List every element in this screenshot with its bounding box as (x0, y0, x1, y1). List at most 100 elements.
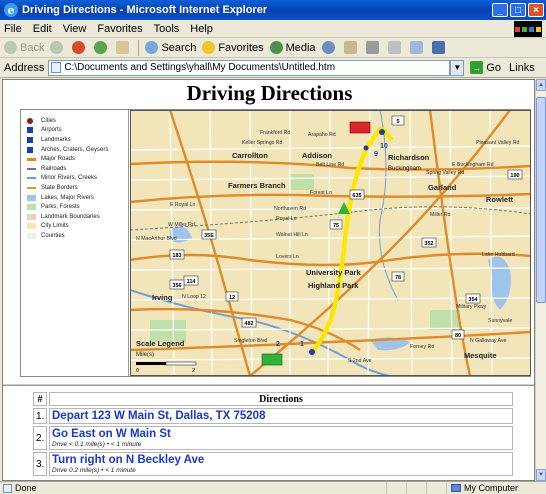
legend-swatch (27, 223, 36, 230)
road-label: Pleasant Valley Rd (476, 140, 520, 146)
road-label: Belt Line Rd (316, 162, 344, 168)
menu-tools[interactable]: Tools (154, 23, 180, 35)
favorites-button[interactable]: Favorites (202, 41, 264, 54)
step-details: Drive 0.2 mile(s) • < 1 minute (52, 467, 136, 474)
scale-units: Mile(s) (136, 352, 154, 358)
search-button[interactable]: Search (145, 41, 196, 54)
links-button[interactable]: Links (509, 62, 535, 74)
step-details: Drive < 0.1 mile(s) • < 1 minute (52, 441, 142, 448)
forward-button[interactable] (50, 41, 66, 54)
refresh-button[interactable] (94, 41, 110, 54)
step-cell: Depart 123 W Main St, Dallas, TX 75208 (49, 408, 513, 424)
highway-shield: 352 (424, 241, 433, 247)
search-icon (145, 41, 159, 54)
road-label: Lovers Ln (276, 254, 299, 260)
legend-item: Arches, Craters, Geysers (27, 145, 128, 155)
road-label: Singleton Blvd (234, 338, 267, 344)
end-flag-icon (349, 121, 371, 134)
legend-swatch (27, 146, 33, 153)
maximize-button[interactable]: □ (510, 3, 526, 17)
highway-shield: 5 (396, 119, 399, 125)
page-title: Driving Directions (186, 81, 353, 105)
research-icon (431, 41, 445, 54)
vertical-scrollbar[interactable]: ▲ ▼ (535, 79, 546, 481)
scroll-up-button[interactable]: ▲ (536, 79, 546, 91)
city-label: Farmers Branch (228, 181, 286, 190)
section-divider (3, 383, 534, 386)
table-row: 3. Turn right on N Beckley Ave Drive 0.2… (33, 452, 513, 476)
highway-shield: 114 (187, 279, 197, 285)
legend-item: Railroads (27, 164, 128, 174)
stop-button[interactable] (72, 41, 88, 54)
highway-shield: 12 (229, 295, 235, 301)
highway-shield: 80 (455, 333, 461, 339)
my-computer-icon (451, 484, 461, 492)
address-bar: Address C:\Documents and Settings\yhall\… (0, 58, 546, 78)
address-dropdown-button[interactable]: ▼ (450, 59, 465, 76)
legend-swatch (27, 177, 36, 180)
road-label: Walnut Hill Ln (276, 232, 308, 238)
page-content: Driving Directions Cities Airports Landm… (2, 79, 535, 481)
directions-header: Directions (49, 392, 513, 406)
route-point-marker (309, 349, 315, 355)
history-button[interactable] (321, 41, 338, 54)
highway-shield: 78 (395, 275, 401, 281)
menu-help[interactable]: Help (190, 23, 213, 35)
road-label: Forest Ln (310, 190, 332, 196)
menu-view[interactable]: View (63, 23, 87, 35)
close-button[interactable]: × (528, 3, 544, 17)
menu-file[interactable]: File (4, 23, 22, 35)
go-button[interactable]: → Go (470, 61, 501, 74)
road-label: Forney Rd (410, 344, 434, 350)
route-map[interactable]: Carrollton Richardson Garland Rowlett Fa… (130, 110, 531, 376)
step-number: 1. (33, 408, 47, 424)
discuss-button[interactable] (409, 41, 426, 54)
refresh-icon (94, 41, 108, 54)
map-legend: Cities Airports Landmarks Arches, Crater… (21, 110, 129, 376)
home-button[interactable] (116, 41, 132, 54)
scroll-down-button[interactable]: ▼ (536, 469, 546, 481)
legend-item: Parks, Forests (27, 202, 128, 212)
road-label: E Royal Ln (170, 202, 195, 208)
status-cell (406, 482, 426, 494)
status-cell (426, 482, 446, 494)
minimize-button[interactable]: _ (492, 3, 508, 17)
map-frame: Cities Airports Landmarks Arches, Crater… (20, 109, 531, 377)
title-bar: e Driving Directions - Microsoft Interne… (0, 0, 546, 20)
address-input[interactable]: C:\Documents and Settings\yhall\My Docum… (48, 59, 451, 76)
road-label: Royal Ln (276, 216, 297, 222)
legend-swatch (27, 127, 33, 134)
forward-arrow-icon (50, 41, 64, 54)
toolbar: Back Search Favorites Media (0, 38, 546, 58)
research-button[interactable] (431, 41, 448, 54)
legend-item: Landmark Boundaries (27, 212, 128, 222)
city-label: Rowlett (486, 195, 514, 204)
mail-icon (343, 41, 357, 54)
scale-bar-segment (165, 361, 197, 366)
legend-item: Major Roads (27, 154, 128, 164)
highway-shield: 356 (172, 283, 181, 289)
go-arrow-icon: → (470, 61, 484, 74)
stop-icon (72, 41, 86, 54)
legend-swatch (27, 232, 36, 239)
legend-item: Cities (27, 116, 128, 126)
status-cell (386, 482, 406, 494)
media-button[interactable]: Media (269, 41, 316, 54)
edit-button[interactable] (387, 41, 404, 54)
menu-edit[interactable]: Edit (33, 23, 52, 35)
back-button[interactable]: Back (4, 41, 44, 54)
road-label: Northaven Rd (274, 206, 306, 212)
favorites-star-icon (202, 41, 216, 54)
legend-swatch (27, 117, 33, 124)
legend-swatch (27, 194, 36, 201)
mail-button[interactable] (343, 41, 360, 54)
print-button[interactable] (365, 41, 382, 54)
toolbar-separator (138, 39, 140, 56)
road-label: Spring Valley Rd (426, 170, 464, 176)
legend-item: Landmarks (27, 135, 128, 145)
highway-shield: 482 (244, 321, 253, 327)
menu-favorites[interactable]: Favorites (97, 23, 142, 35)
scroll-thumb[interactable] (536, 97, 546, 303)
table-row: 1. Depart 123 W Main St, Dallas, TX 7520… (33, 408, 513, 424)
scale-tick: 0 (136, 368, 139, 374)
